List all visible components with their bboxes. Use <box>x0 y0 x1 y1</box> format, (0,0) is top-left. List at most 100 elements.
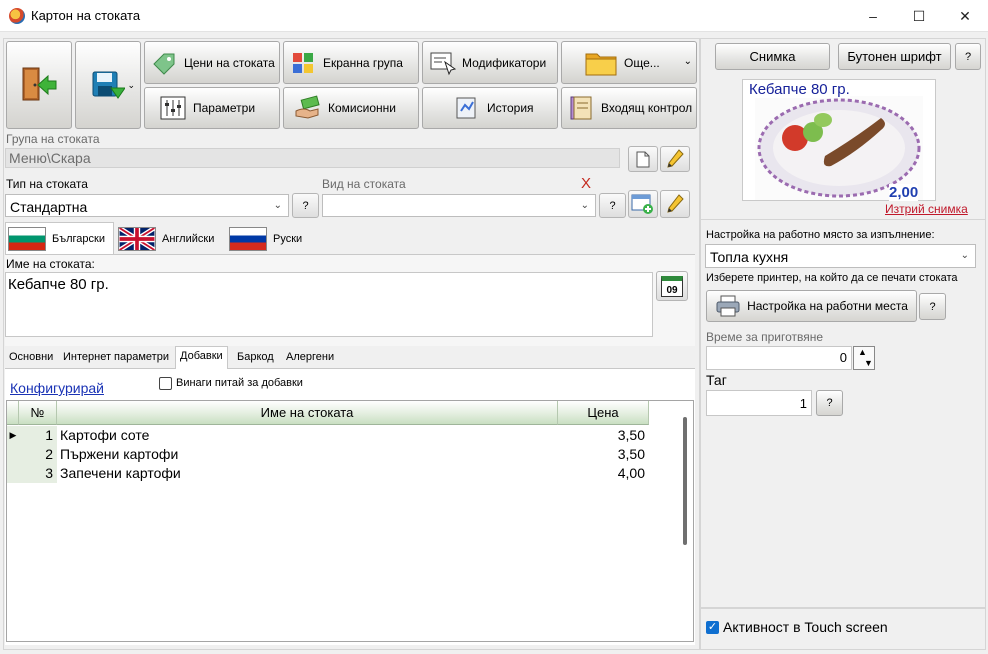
lang-tab-label: Руски <box>273 233 303 245</box>
grid-scrollbar[interactable] <box>683 417 687 545</box>
modifiers-icon <box>428 50 457 76</box>
bulgarian-flag-icon <box>8 226 46 251</box>
prep-time-field[interactable]: 0 <box>706 346 852 370</box>
up-arrow-icon: ▲ <box>858 347 867 357</box>
incoming-control-button[interactable]: Входящ контрол <box>561 87 697 129</box>
printer-hint: Изберете принтер, на който да се печати … <box>706 272 958 284</box>
type-help-button[interactable]: ? <box>292 193 319 218</box>
prep-time-spinner[interactable]: ▲ ▼ <box>853 346 875 370</box>
calendar-button[interactable]: 09 <box>656 271 688 301</box>
history-button[interactable]: История <box>422 87 558 129</box>
commissions-label: Комисионни <box>328 101 396 115</box>
photo-button[interactable]: Снимка <box>715 43 830 70</box>
right-help-button[interactable]: ? <box>955 43 981 70</box>
button-font-button[interactable]: Бутонен шрифт <box>838 43 951 70</box>
touch-checkbox[interactable]: ✓ <box>706 621 719 634</box>
table-row[interactable]: 2 Пържени картофи 3,50 <box>7 445 647 464</box>
pencil-icon <box>667 194 684 213</box>
edit-kind-button[interactable] <box>660 190 690 218</box>
row-price: 4,00 <box>617 465 645 481</box>
row-number: 3 <box>19 464 57 483</box>
subtab-basic[interactable]: Основни <box>5 348 57 368</box>
column-header-price[interactable]: Цена <box>558 401 649 425</box>
always-ask-checkbox[interactable] <box>159 377 172 390</box>
kind-help-button[interactable]: ? <box>599 193 626 218</box>
add-kind-button[interactable] <box>628 190 658 218</box>
save-button[interactable]: ⌄ <box>75 41 141 129</box>
row-number: 2 <box>19 445 57 464</box>
kind-combobox[interactable]: ⌄ <box>322 194 596 217</box>
preview-title: Кебапче 80 гр. <box>749 81 850 98</box>
photo-preview: Кебапче 80 гр. 2,00 <box>742 79 936 201</box>
incoming-control-label: Входящ контрол <box>601 101 693 115</box>
screen-group-icon <box>289 50 317 76</box>
window-title: Картон на стоката <box>31 8 141 23</box>
lang-tab-bulgarian[interactable]: Български <box>5 222 114 254</box>
workplace-combobox[interactable]: Топла кухня ⌄ <box>705 244 976 268</box>
preview-price: 2,00 <box>889 184 919 201</box>
lang-tab-russian[interactable]: Руски <box>227 224 311 254</box>
column-header-name[interactable]: Име на стоката <box>57 401 558 425</box>
parameters-label: Параметри <box>193 101 256 115</box>
table-row[interactable]: ▶ 1 Картофи соте 3,50 <box>7 426 647 445</box>
configure-link[interactable]: Конфигурирай <box>10 380 104 396</box>
prices-button[interactable]: Цени на стоката <box>144 41 280 84</box>
price-tag-icon <box>150 50 178 76</box>
edit-group-button[interactable] <box>660 146 690 172</box>
workplace-label: Настройка на работно място за изпълнение… <box>706 229 935 241</box>
column-header-number[interactable]: № <box>19 401 57 425</box>
row-price: 3,50 <box>617 446 645 462</box>
workplace-help-button[interactable]: ? <box>919 293 946 320</box>
group-field: Меню\Скара <box>5 148 620 168</box>
pencil-icon <box>667 149 684 168</box>
commissions-button[interactable]: Комисионни <box>283 87 419 129</box>
tag-help-button[interactable]: ? <box>816 390 843 416</box>
parameters-sliders-icon <box>159 95 187 121</box>
down-arrow-icon: ▼ <box>864 358 873 368</box>
touch-label: Активност в Touch screen <box>723 619 888 635</box>
money-hand-icon <box>294 95 322 121</box>
addons-grid: № Име на стоката Цена ▶ 1 Картофи соте 3… <box>6 400 694 642</box>
tag-field[interactable]: 1 <box>706 390 812 416</box>
maximize-button[interactable]: ☐ <box>896 0 942 32</box>
lang-tab-label: Английски <box>162 233 215 245</box>
row-name: Картофи соте <box>60 427 150 443</box>
save-disk-icon <box>92 71 125 99</box>
russian-flag-icon <box>229 227 267 251</box>
exit-button[interactable] <box>6 41 72 129</box>
lang-tab-english[interactable]: Английски <box>116 224 226 254</box>
subtab-addons[interactable]: Добавки <box>175 346 228 369</box>
save-dropdown-icon[interactable]: ⌄ <box>127 80 135 91</box>
folder-icon <box>584 48 618 78</box>
minimize-button[interactable]: – <box>850 0 896 32</box>
prep-time-label: Време за приготвяне <box>706 330 824 344</box>
more-button[interactable]: Още... ⌄ <box>561 41 697 84</box>
new-group-button[interactable] <box>628 146 658 172</box>
exit-door-icon <box>22 67 57 101</box>
delete-photo-link[interactable]: Изтрий снимка <box>885 202 968 216</box>
type-value: Стандартна <box>10 199 88 215</box>
uk-flag-icon <box>118 227 156 251</box>
calendar-icon: 09 <box>661 275 683 297</box>
workplace-settings-button[interactable]: Настройка на работни места <box>706 290 917 322</box>
table-row[interactable]: 3 Запечени картофи 4,00 <box>7 464 647 483</box>
title-bar: Картон на стоката – ☐ ✕ <box>0 0 988 32</box>
type-label: Тип на стоката <box>6 177 88 191</box>
subtab-barcode[interactable]: Баркод <box>233 348 278 368</box>
workplace-settings-label: Настройка на работни места <box>747 299 908 313</box>
name-field[interactable]: Кебапче 80 гр. <box>5 272 653 337</box>
parameters-button[interactable]: Параметри <box>144 87 280 129</box>
row-name: Запечени картофи <box>60 465 181 481</box>
screen-group-button[interactable]: Екранна група <box>283 41 419 84</box>
ledger-icon <box>567 95 595 121</box>
printer-icon <box>716 295 740 317</box>
subtab-internet[interactable]: Интернет параметри <box>59 348 173 368</box>
type-combobox[interactable]: Стандартна ⌄ <box>5 194 289 217</box>
modifiers-button[interactable]: Модификатори <box>422 41 558 84</box>
tag-label: Таг <box>706 372 727 388</box>
close-button[interactable]: ✕ <box>942 0 988 32</box>
current-row-indicator-icon: ▶ <box>7 426 19 445</box>
kind-clear-mark[interactable]: X <box>581 175 591 192</box>
subtab-allergens[interactable]: Алергени <box>282 348 338 368</box>
chevron-down-icon: ⌄ <box>273 200 282 211</box>
